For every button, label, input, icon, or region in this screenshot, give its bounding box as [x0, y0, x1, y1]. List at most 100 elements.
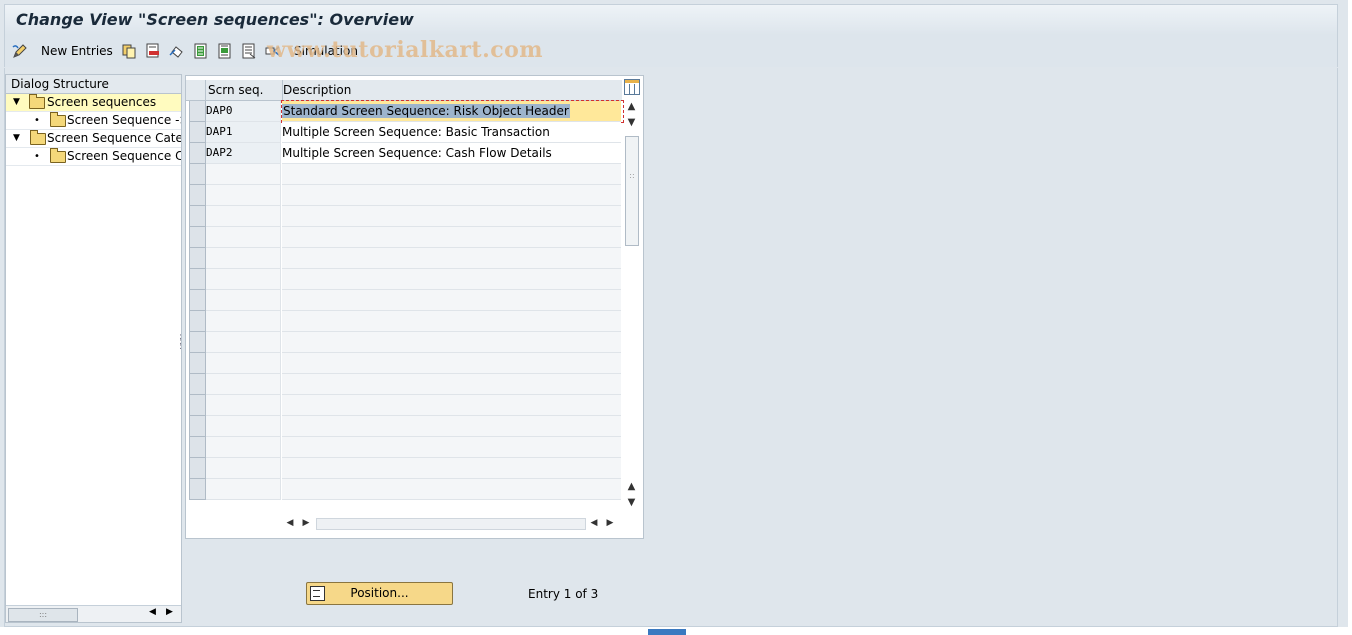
- cell-scrn-seq[interactable]: [206, 395, 281, 416]
- row-selector[interactable]: [189, 479, 206, 500]
- table-row-empty[interactable]: [186, 458, 622, 479]
- cell-scrn-seq[interactable]: [206, 353, 281, 374]
- table-row-empty[interactable]: [186, 185, 622, 206]
- table-row[interactable]: DAP0 Standard Screen Sequence: Risk Obje…: [186, 100, 624, 123]
- table-row-empty[interactable]: [186, 227, 622, 248]
- undo-button[interactable]: [169, 43, 185, 59]
- row-selector[interactable]: [189, 269, 206, 290]
- cell-scrn-seq[interactable]: DAP0: [206, 101, 281, 122]
- scroll-right-icon[interactable]: ▶: [300, 516, 312, 530]
- cell-description[interactable]: [282, 185, 621, 206]
- cell-description[interactable]: [282, 353, 621, 374]
- cell-scrn-seq[interactable]: DAP1: [206, 122, 281, 143]
- scroll-track[interactable]: [316, 518, 586, 530]
- row-selector[interactable]: [189, 185, 206, 206]
- cell-scrn-seq[interactable]: [206, 290, 281, 311]
- table-row-empty[interactable]: [186, 479, 622, 500]
- row-selector[interactable]: [189, 416, 206, 437]
- table-vertical-scrollbar[interactable]: ▲ ▼ :: ▲ ▼: [624, 100, 639, 510]
- scroll-thumb[interactable]: ::: [625, 136, 639, 246]
- table-row[interactable]: DAP1 Multiple Screen Sequence: Basic Tra…: [186, 122, 622, 143]
- row-selector[interactable]: [189, 101, 206, 122]
- scroll-up-icon[interactable]: ▲: [624, 480, 639, 494]
- tree-item-screen-sequence-category-child[interactable]: • Screen Sequence Ca: [6, 148, 181, 166]
- row-selector[interactable]: [189, 437, 206, 458]
- tree-item-screen-sequence-category[interactable]: ▼ Screen Sequence Categ: [6, 130, 181, 148]
- table-row-empty[interactable]: [186, 416, 622, 437]
- row-selector[interactable]: [189, 248, 206, 269]
- scroll-right-icon[interactable]: ▶: [604, 516, 616, 530]
- cell-scrn-seq[interactable]: DAP2: [206, 143, 281, 164]
- table-row-empty[interactable]: [186, 269, 622, 290]
- row-selector[interactable]: [189, 458, 206, 479]
- expand-arrow-icon[interactable]: ▼: [13, 94, 20, 111]
- select-block-button[interactable]: [217, 43, 233, 59]
- cell-description[interactable]: [282, 290, 621, 311]
- cell-scrn-seq[interactable]: [206, 332, 281, 353]
- cell-description[interactable]: [282, 374, 621, 395]
- cell-scrn-seq[interactable]: [206, 437, 281, 458]
- table-horizontal-scrollbar[interactable]: ◀ ▶ ◀ ▶: [282, 516, 622, 530]
- scroll-left-icon[interactable]: ◀: [588, 516, 600, 530]
- delete-button[interactable]: [145, 43, 161, 59]
- cell-description[interactable]: [282, 479, 621, 500]
- row-selector[interactable]: [189, 206, 206, 227]
- cell-description[interactable]: [282, 458, 621, 479]
- table-row-empty[interactable]: [186, 437, 622, 458]
- cell-description[interactable]: [282, 416, 621, 437]
- table-row-empty[interactable]: [186, 374, 622, 395]
- select-all-button[interactable]: [193, 43, 209, 59]
- cell-description[interactable]: Multiple Screen Sequence: Cash Flow Deta…: [282, 143, 621, 164]
- cell-description[interactable]: [282, 227, 621, 248]
- column-header-scrn-seq[interactable]: Scrn seq.: [206, 80, 283, 100]
- cell-scrn-seq[interactable]: [206, 269, 281, 290]
- cell-description[interactable]: [282, 437, 621, 458]
- cell-description[interactable]: [282, 332, 621, 353]
- row-selector[interactable]: [189, 122, 206, 143]
- splitter-handle[interactable]: :::: [179, 333, 183, 355]
- row-selector[interactable]: [189, 143, 206, 164]
- row-selector[interactable]: [189, 227, 206, 248]
- cell-scrn-seq[interactable]: [206, 227, 281, 248]
- new-entries-button[interactable]: New Entries: [41, 43, 113, 59]
- row-selector[interactable]: [189, 353, 206, 374]
- row-selector[interactable]: [189, 311, 206, 332]
- copy-button[interactable]: [121, 43, 137, 59]
- cell-description[interactable]: [282, 164, 621, 185]
- scroll-right-icon[interactable]: ▶: [166, 607, 173, 617]
- cell-description[interactable]: [282, 269, 621, 290]
- cell-scrn-seq[interactable]: [206, 311, 281, 332]
- expand-arrow-icon[interactable]: ▼: [13, 130, 20, 147]
- table-row-empty[interactable]: [186, 248, 622, 269]
- table-row-empty[interactable]: [186, 353, 622, 374]
- table-settings-icon[interactable]: [624, 79, 640, 95]
- position-button[interactable]: Position...: [306, 582, 453, 605]
- scroll-down-icon[interactable]: ▼: [624, 116, 639, 130]
- column-header-description[interactable]: Description: [283, 80, 620, 100]
- cell-description[interactable]: [282, 206, 621, 227]
- cell-scrn-seq[interactable]: [206, 479, 281, 500]
- row-selector[interactable]: [189, 395, 206, 416]
- scroll-left-icon[interactable]: ◀: [149, 607, 156, 617]
- cell-scrn-seq[interactable]: [206, 206, 281, 227]
- cell-description[interactable]: [282, 311, 621, 332]
- table-row-empty[interactable]: [186, 332, 622, 353]
- cell-scrn-seq[interactable]: [206, 248, 281, 269]
- cell-description[interactable]: [282, 395, 621, 416]
- scroll-down-icon[interactable]: ▼: [624, 496, 639, 510]
- cell-scrn-seq[interactable]: [206, 164, 281, 185]
- row-selector[interactable]: [189, 374, 206, 395]
- table-row-empty[interactable]: [186, 311, 622, 332]
- table-row-empty[interactable]: [186, 395, 622, 416]
- table-row-empty[interactable]: [186, 290, 622, 311]
- row-selector[interactable]: [189, 290, 206, 311]
- select-all-rows-button[interactable]: [189, 80, 206, 100]
- tree-item-screen-sequences[interactable]: ▼ Screen sequences: [6, 94, 181, 112]
- scroll-left-icon[interactable]: ◀: [284, 516, 296, 530]
- deselect-all-button[interactable]: [241, 43, 257, 59]
- scroll-up-icon[interactable]: ▲: [624, 100, 639, 114]
- cell-scrn-seq[interactable]: [206, 458, 281, 479]
- cell-scrn-seq[interactable]: [206, 374, 281, 395]
- row-selector[interactable]: [189, 164, 206, 185]
- cell-scrn-seq[interactable]: [206, 416, 281, 437]
